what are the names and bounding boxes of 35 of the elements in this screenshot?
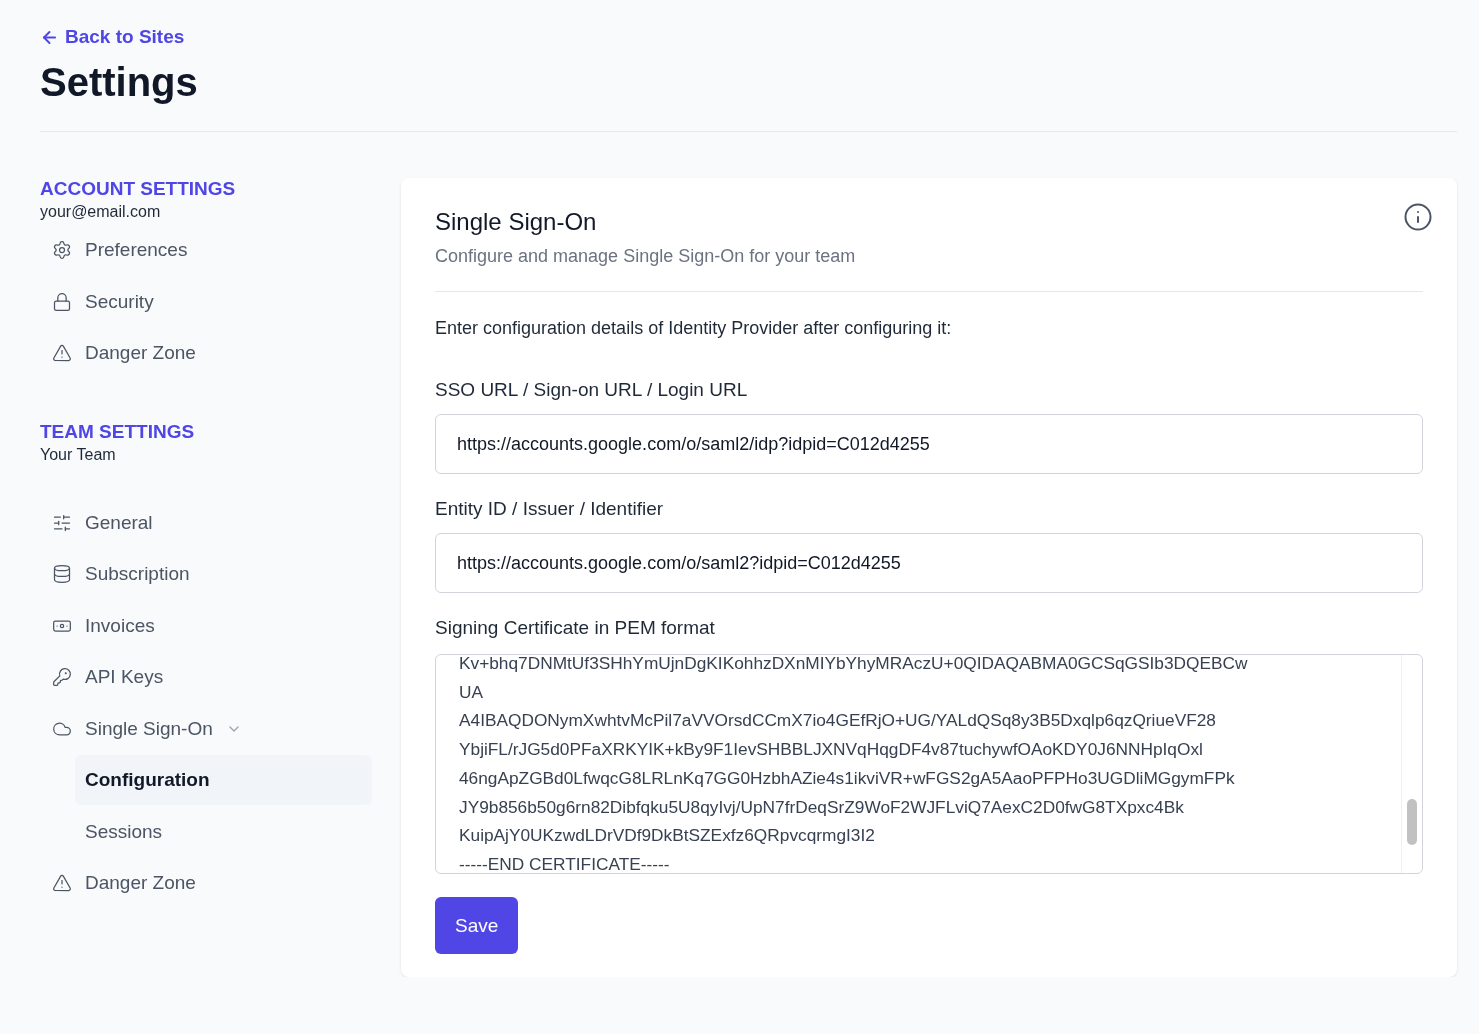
card-subtitle: Configure and manage Single Sign-On for your team — [435, 246, 856, 267]
sidebar-item[interactable]: Invoices — [40, 600, 372, 651]
sidebar-subitem[interactable]: Configuration — [75, 755, 372, 805]
sidebar-item[interactable]: Danger Zone — [40, 858, 372, 908]
back-link[interactable]: Back to Sites — [40, 26, 185, 48]
gear-icon — [52, 240, 72, 260]
url-input[interactable]: https://accounts.google.com/o/saml2?idpid=C012d4255 — [435, 533, 1423, 593]
sidebar-item[interactable]: Security — [40, 276, 372, 327]
key-icon — [52, 667, 72, 687]
section-heading: ACCOUNT SETTINGS — [40, 178, 236, 200]
section-subheading: Your Team — [40, 445, 116, 464]
field-label: Entity ID / Issuer / Identifier — [435, 498, 664, 520]
sidebar-subitem[interactable]: Sessions — [75, 806, 372, 857]
section-heading: TEAM SETTINGS — [40, 420, 195, 443]
field-label: Signing Certificate in PEM format — [435, 617, 715, 639]
certificate-field[interactable]: Kv+bhq7DNMtUf3SHhYmUjnDgKIKohhzDXnMIYbYhyMRAczU+0QIDAQABMA0GCSqGSIb3DQEBCw UA A4IBAQDONymXwhtvMcPil7aVVOrsdCCmX7io4GEfRjO+UG/YALdQSq8y3B5Dxqlp6qzQriueVF28 YbjiFL/rJG5d0PFaXRKYIK+kBy9F1IevSHBBLJXNVqHqgDF4v87tuchywfOAoKDY0J6NNHpIqOxl 46ngApZGBd0LfwqcG8LRLnKq7GG0HzbhAZie4s1ikviVR+wFGS2gA5AaoPFPHo3UGDliMGgymFPk JY9b856b50g6rn82Dibfqku5U8qyIvj/UpN7frDeqSrZ9WoF2WJFLviQ7AexC2D0fwG8TXpxc4Bk KuipAjY0UKzwdLDrVDf9DkBtSZExfz6QRpvcqrmgI3I2 -----END CERTIFICATE----- — [435, 654, 1423, 874]
sidebar-item[interactable]: Preferences — [40, 225, 372, 275]
sidebar-item[interactable]: Subscription — [40, 549, 372, 599]
info-icon[interactable] — [1403, 202, 1433, 232]
sidebar-item[interactable]: Single Sign-On — [40, 703, 372, 754]
section-subheading: your@email.com — [40, 203, 161, 221]
instruction-text: Enter configuration details of Identity Provider after configuring it: — [435, 318, 952, 339]
lock-icon — [52, 291, 72, 312]
field-label: SSO URL / Sign-on URL / Login URL — [435, 379, 748, 401]
sliders-icon — [52, 512, 72, 533]
card-title: Single Sign-On — [435, 208, 597, 236]
warning-icon — [52, 873, 72, 893]
save-button[interactable]: Save — [435, 897, 519, 954]
sidebar-item[interactable]: General — [40, 497, 372, 548]
database-icon — [52, 564, 72, 584]
sidebar-item[interactable]: API Keys — [40, 652, 372, 702]
warning-icon — [52, 343, 72, 363]
url-input[interactable]: https://accounts.google.com/o/saml2/idp?idpid=C012d4255 — [435, 414, 1423, 474]
sidebar-item[interactable]: Danger Zone — [40, 328, 372, 378]
page-title: Settings — [40, 60, 198, 105]
